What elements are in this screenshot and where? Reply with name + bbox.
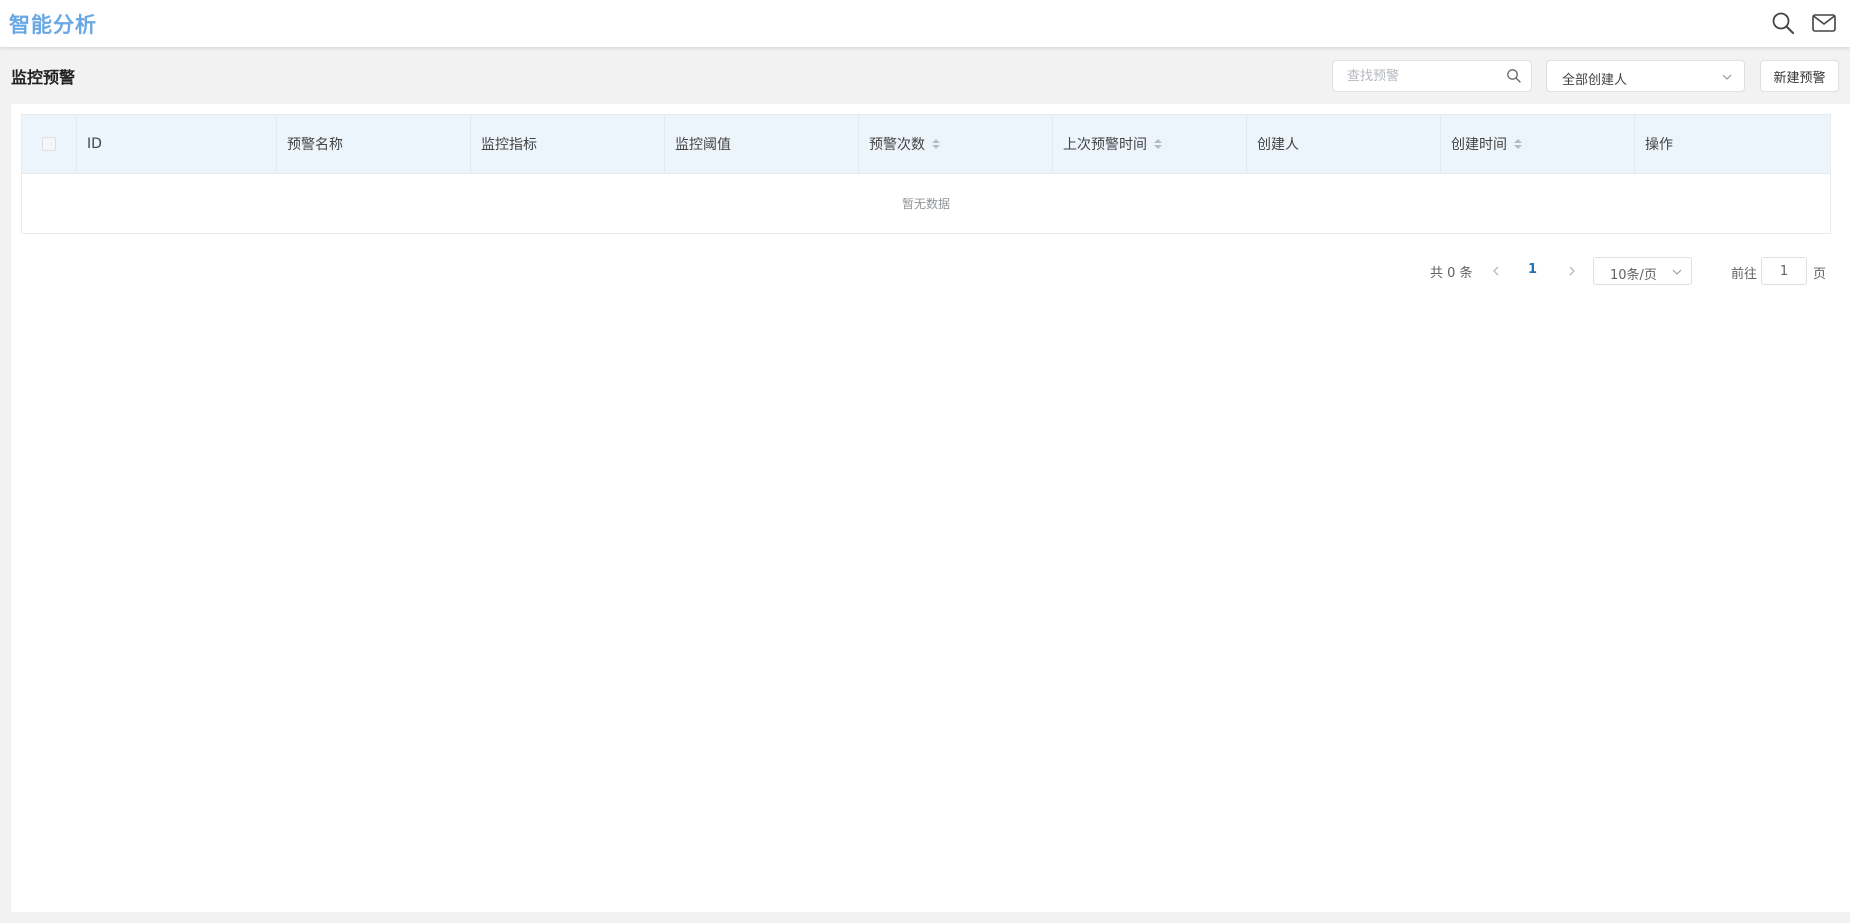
header-cell-threshold: 监控阈值 (665, 115, 859, 173)
header-cell-id: ID (77, 115, 277, 173)
prev-page-button[interactable] (1489, 262, 1503, 280)
column-label-metric: 监控指标 (481, 137, 537, 153)
column-label-created-time: 创建时间 (1451, 137, 1507, 153)
table-header: ID 预警名称 监控指标 监控阈值 预警次数 上次预警时间 创建人 创建时间 操… (22, 115, 1830, 174)
search-input[interactable] (1333, 61, 1493, 91)
page-size-select[interactable]: 10条/页 (1593, 257, 1692, 285)
page-title: 监控预警 (11, 68, 76, 87)
creator-filter-value: 全部创建人 (1562, 73, 1628, 88)
goto-label: 前往 (1731, 267, 1758, 282)
new-alert-button[interactable]: 新建预警 (1760, 60, 1839, 92)
goto-suffix: 页 (1813, 267, 1827, 282)
header-cell-metric: 监控指标 (471, 115, 665, 173)
next-page-button[interactable] (1565, 262, 1579, 280)
column-label-id: ID (87, 136, 102, 152)
select-all-checkbox[interactable] (42, 137, 56, 151)
chevron-right-icon (1569, 266, 1575, 276)
mail-icon[interactable] (1811, 10, 1837, 36)
content-panel: ID 预警名称 监控指标 监控阈值 预警次数 上次预警时间 创建人 创建时间 操… (11, 104, 1850, 912)
chevron-down-icon (1722, 74, 1732, 80)
header-cell-creator: 创建人 (1247, 115, 1441, 173)
search-box (1332, 60, 1532, 92)
app-title[interactable]: 智能分析 (9, 9, 97, 39)
chevron-left-icon (1493, 266, 1499, 276)
header-cell-last-alert-time[interactable]: 上次预警时间 (1053, 115, 1247, 173)
header-cell-actions: 操作 (1635, 115, 1830, 173)
sort-icon[interactable] (932, 139, 940, 149)
column-label-last-alert-time: 上次预警时间 (1063, 137, 1147, 153)
search-icon[interactable] (1506, 68, 1522, 84)
alerts-table: ID 预警名称 监控指标 监控阈值 预警次数 上次预警时间 创建人 创建时间 操… (21, 114, 1831, 234)
goto-page-input[interactable] (1761, 257, 1807, 285)
column-label-alert-count: 预警次数 (869, 137, 925, 153)
page-number-current[interactable]: 1 (1528, 262, 1537, 277)
creator-filter-select[interactable]: 全部创建人 (1546, 60, 1745, 92)
empty-state: 暂无数据 (22, 174, 1830, 233)
page-size-value: 10条/页 (1610, 268, 1657, 283)
header-cell-created-time[interactable]: 创建时间 (1441, 115, 1635, 173)
header-cell-alert-name: 预警名称 (277, 115, 471, 173)
column-label-actions: 操作 (1645, 137, 1673, 153)
column-label-threshold: 监控阈值 (675, 137, 731, 153)
column-label-alert-name: 预警名称 (287, 137, 343, 153)
chevron-down-icon (1672, 269, 1682, 275)
column-label-creator: 创建人 (1257, 137, 1299, 153)
empty-text: 暂无数据 (901, 197, 950, 211)
sort-icon[interactable] (1514, 139, 1522, 149)
header-cell-select (22, 115, 77, 173)
sort-icon[interactable] (1154, 139, 1162, 149)
header-cell-alert-count[interactable]: 预警次数 (859, 115, 1053, 173)
search-icon[interactable] (1770, 10, 1796, 36)
pagination-total: 共 0 条 (1430, 266, 1473, 281)
top-bar: 智能分析 (0, 0, 1850, 47)
